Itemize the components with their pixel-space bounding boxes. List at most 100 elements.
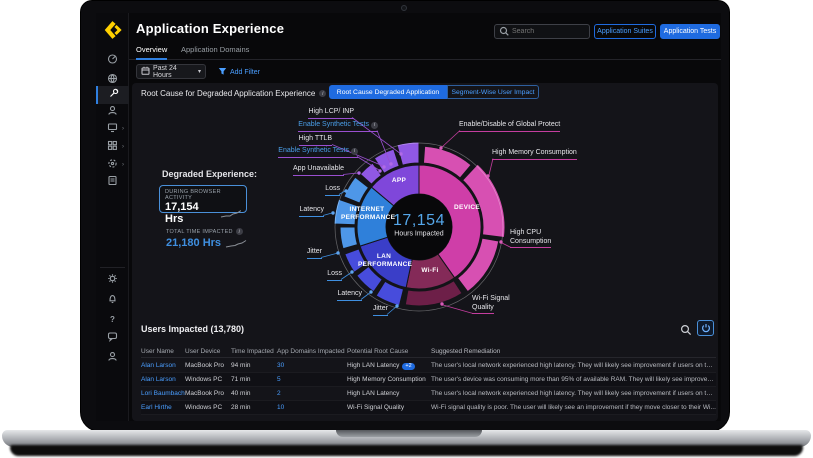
browser-activity-label: DURING BROWSER ACTIVITY (165, 189, 241, 201)
chevron-right-icon: › (122, 144, 124, 150)
speedometer-icon (107, 51, 118, 69)
help-icon: ? (110, 315, 115, 324)
callout-text: High LCP/ INP (308, 108, 354, 115)
more-causes-badge[interactable]: +2 (402, 363, 414, 370)
cell-time-impacted: 28 min (231, 404, 277, 411)
application-tests-button[interactable]: Application Tests (660, 24, 720, 39)
callout-jitter-internet: Jitter (278, 248, 322, 259)
cell-user-name[interactable]: Alan Larson (141, 376, 185, 383)
ring-label-lan[interactable]: LAN PERFORMANCE (358, 253, 410, 269)
cell-user-name[interactable]: Alan Larson (141, 362, 185, 369)
cell-remediation: The user's local network experienced hig… (431, 390, 716, 397)
application-suites-button[interactable]: Application Suites (594, 24, 656, 39)
callout-latency-lan: Latency (308, 290, 362, 301)
cell-user-name[interactable]: Lori Baumbach (141, 390, 185, 397)
cell-root-cause: High LAN Latency+2 (347, 362, 431, 370)
cell-app-domains[interactable]: 30 (277, 362, 347, 369)
sidebar-item-devices[interactable]: › (96, 120, 129, 138)
col-user-name[interactable]: User Name (141, 348, 185, 355)
ring-label-internet[interactable]: INTERNET PERFORMANCE (341, 206, 393, 222)
cell-root-cause: High Memory Consumption (347, 376, 431, 383)
sidebar-item-apps[interactable]: › (96, 138, 129, 156)
sidebar-item-feedback[interactable] (96, 329, 129, 347)
cell-user-name[interactable]: Earl Hirthe (141, 404, 185, 411)
profile-icon (107, 349, 118, 367)
cell-user-device: Windows PC (185, 404, 231, 411)
callout-text: Latency (299, 206, 324, 213)
gear-icon (107, 271, 118, 289)
add-filter-label: Add Filter (230, 69, 260, 76)
sidebar-item-dashboard[interactable] (96, 51, 129, 69)
info-icon[interactable]: i (351, 148, 358, 155)
tab-application-domains[interactable]: Application Domains (181, 45, 249, 60)
sidebar-item-help[interactable]: ? (96, 310, 129, 328)
filter-icon (218, 67, 227, 78)
stats-heading: Degraded Experience: (162, 169, 257, 179)
col-remediation[interactable]: Suggested Remediation (431, 348, 716, 355)
sidebar-item-notifications[interactable] (96, 291, 129, 309)
search-input[interactable] (512, 28, 585, 35)
chevron-right-icon: › (122, 162, 124, 168)
browser-activity-card[interactable]: DURING BROWSER ACTIVITY 17,154 Hrs (159, 185, 247, 213)
info-icon[interactable]: i (319, 90, 326, 97)
col-root-cause[interactable]: Potential Root Cause (347, 348, 431, 355)
calendar-icon (141, 66, 150, 77)
col-user-device[interactable]: User Device (185, 348, 231, 355)
callout-text: Loss (325, 185, 340, 192)
brand-logo[interactable] (103, 20, 123, 40)
add-filter-button[interactable]: Add Filter (218, 67, 260, 78)
app-screen: › › › (96, 13, 721, 421)
sidebar-item-profile[interactable] (96, 349, 129, 367)
callout-text[interactable]: Enable Synthetic Tests (278, 147, 349, 154)
total-time-label: TOTAL TIME IMPACTED i (166, 228, 243, 235)
info-icon[interactable]: i (371, 122, 378, 129)
chevron-down-icon: ▾ (198, 68, 201, 75)
info-icon[interactable]: i (236, 228, 243, 235)
toggle-root-cause-degraded[interactable]: Root Cause Degraded Application (329, 85, 447, 99)
ring-label-device[interactable]: DEVICE (438, 204, 496, 212)
sidebar-item-config[interactable]: › (96, 156, 129, 174)
table-search-button[interactable] (680, 323, 692, 341)
col-time-impacted[interactable]: Time Impacted↓ (231, 348, 277, 355)
table-row[interactable]: Alan Larson MacBook Pro 94 min 30 High L… (141, 359, 716, 373)
callout-high-ttlb: High TTLB (256, 135, 332, 146)
ring-label-app[interactable]: APP (370, 177, 428, 185)
cell-app-domains[interactable]: 5 (277, 376, 347, 383)
tab-overview[interactable]: Overview (136, 45, 167, 60)
gear-dashed-icon (107, 156, 118, 174)
laptop-base-shadow (10, 445, 803, 456)
callout-enable-synthetic-1: Enable Synthetic Testsi (282, 121, 378, 132)
sidebar-item-settings[interactable] (96, 271, 129, 289)
center-value: 17,154 (393, 212, 445, 230)
total-time-label-text: TOTAL TIME IMPACTED (166, 229, 233, 235)
cell-remediation: Wi-Fi signal quality is poor. The user w… (431, 404, 716, 411)
global-search[interactable] (494, 24, 590, 39)
callout-text: Loss (327, 270, 342, 277)
cell-app-domains[interactable]: 10 (277, 404, 347, 411)
cell-root-cause: High LAN Latency (347, 390, 431, 397)
col-app-domains[interactable]: App Domains Impacted (277, 348, 347, 355)
search-icon (499, 23, 509, 41)
table-row[interactable]: Earl Hirthe Windows PC 28 min 10 Wi-Fi S… (141, 401, 716, 415)
sidebar-item-tools-active[interactable] (96, 86, 129, 104)
browser-activity-value: 17,154 Hrs (165, 201, 216, 225)
callout-text: Jitter (307, 248, 322, 255)
cell-user-device: MacBook Pro (185, 362, 231, 369)
callout-high-memory: High Memory Consumption (492, 149, 642, 160)
sidebar-item-user[interactable] (96, 103, 129, 121)
callout-enable-synthetic-2: Enable Synthetic Testsi (262, 147, 358, 158)
toggle-segment-wise[interactable]: Segment-Wise User Impact (447, 85, 539, 99)
table-row[interactable]: Lori Baumbach MacBook Pro 40 min 2 High … (141, 387, 716, 401)
callout-text: Wi-Fi Signal (472, 295, 510, 302)
callout-app-unavailable: App Unavailable (258, 165, 344, 176)
callout-text[interactable]: Enable Synthetic Tests (298, 121, 369, 128)
table-power-button[interactable] (697, 320, 714, 336)
chevron-right-icon: › (122, 126, 124, 132)
section-title: Root Cause for Degraded Application Expe… (141, 89, 326, 98)
callout-text: App Unavailable (293, 165, 344, 172)
sidebar-item-reports[interactable] (96, 173, 129, 191)
cell-app-domains[interactable]: 2 (277, 390, 347, 397)
user-icon (107, 103, 118, 121)
time-range-dropdown[interactable]: Past 24 Hours ▾ (136, 64, 206, 79)
table-row[interactable]: Alan Larson Windows PC 71 min 5 High Mem… (141, 373, 716, 387)
